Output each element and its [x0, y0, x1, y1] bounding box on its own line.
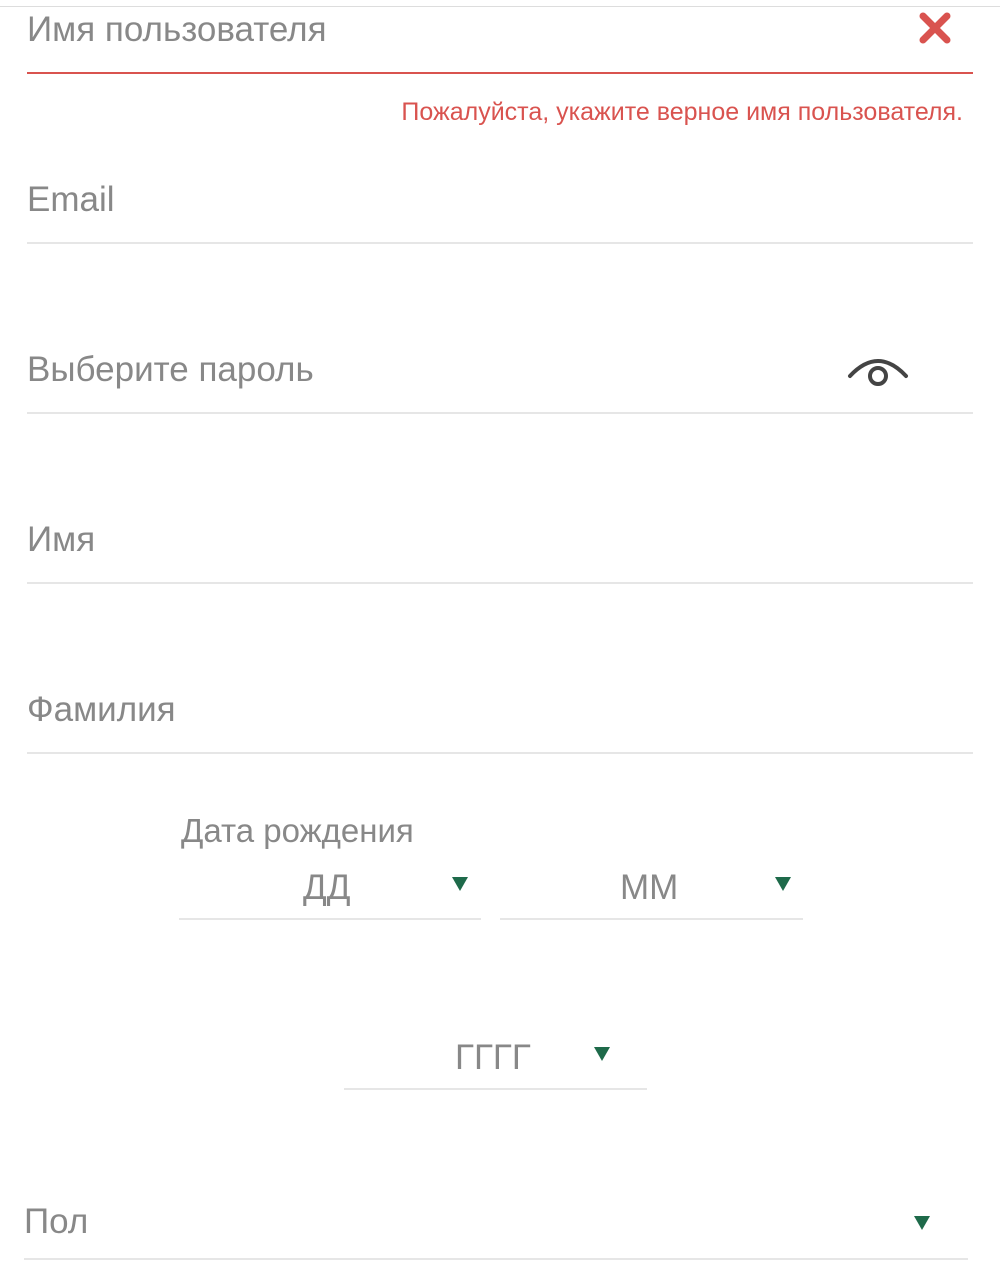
dob-year-value: ГГГГ: [455, 1038, 531, 1077]
triangle-down-icon: [452, 877, 468, 891]
username-field[interactable]: Имя пользователя: [27, 4, 973, 74]
dob-year-select[interactable]: ГГГГ: [344, 1030, 647, 1090]
username-placeholder: Имя пользователя: [27, 10, 327, 49]
dob-day-select[interactable]: ДД: [179, 860, 481, 920]
triangle-down-icon: [775, 877, 791, 891]
password-placeholder: Выберите пароль: [27, 350, 314, 389]
email-field[interactable]: Email: [27, 174, 973, 244]
dob-month-value: ММ: [620, 868, 679, 907]
dob-month-select[interactable]: ММ: [500, 860, 803, 920]
eye-icon[interactable]: [847, 352, 909, 388]
triangle-down-icon: [594, 1047, 610, 1061]
first-name-field[interactable]: Имя: [27, 514, 973, 584]
triangle-down-icon: [914, 1216, 930, 1230]
dob-day-value: ДД: [303, 868, 351, 907]
username-error-message: Пожалуйста, укажите верное имя пользоват…: [401, 98, 963, 126]
gender-select[interactable]: Пол: [24, 1196, 968, 1260]
close-icon[interactable]: [917, 10, 953, 46]
first-name-placeholder: Имя: [27, 520, 96, 559]
dob-label: Дата рождения: [181, 812, 414, 849]
last-name-placeholder: Фамилия: [27, 690, 176, 729]
last-name-field[interactable]: Фамилия: [27, 684, 973, 754]
email-placeholder: Email: [27, 180, 115, 219]
password-field[interactable]: Выберите пароль: [27, 344, 973, 414]
gender-placeholder: Пол: [24, 1202, 89, 1241]
